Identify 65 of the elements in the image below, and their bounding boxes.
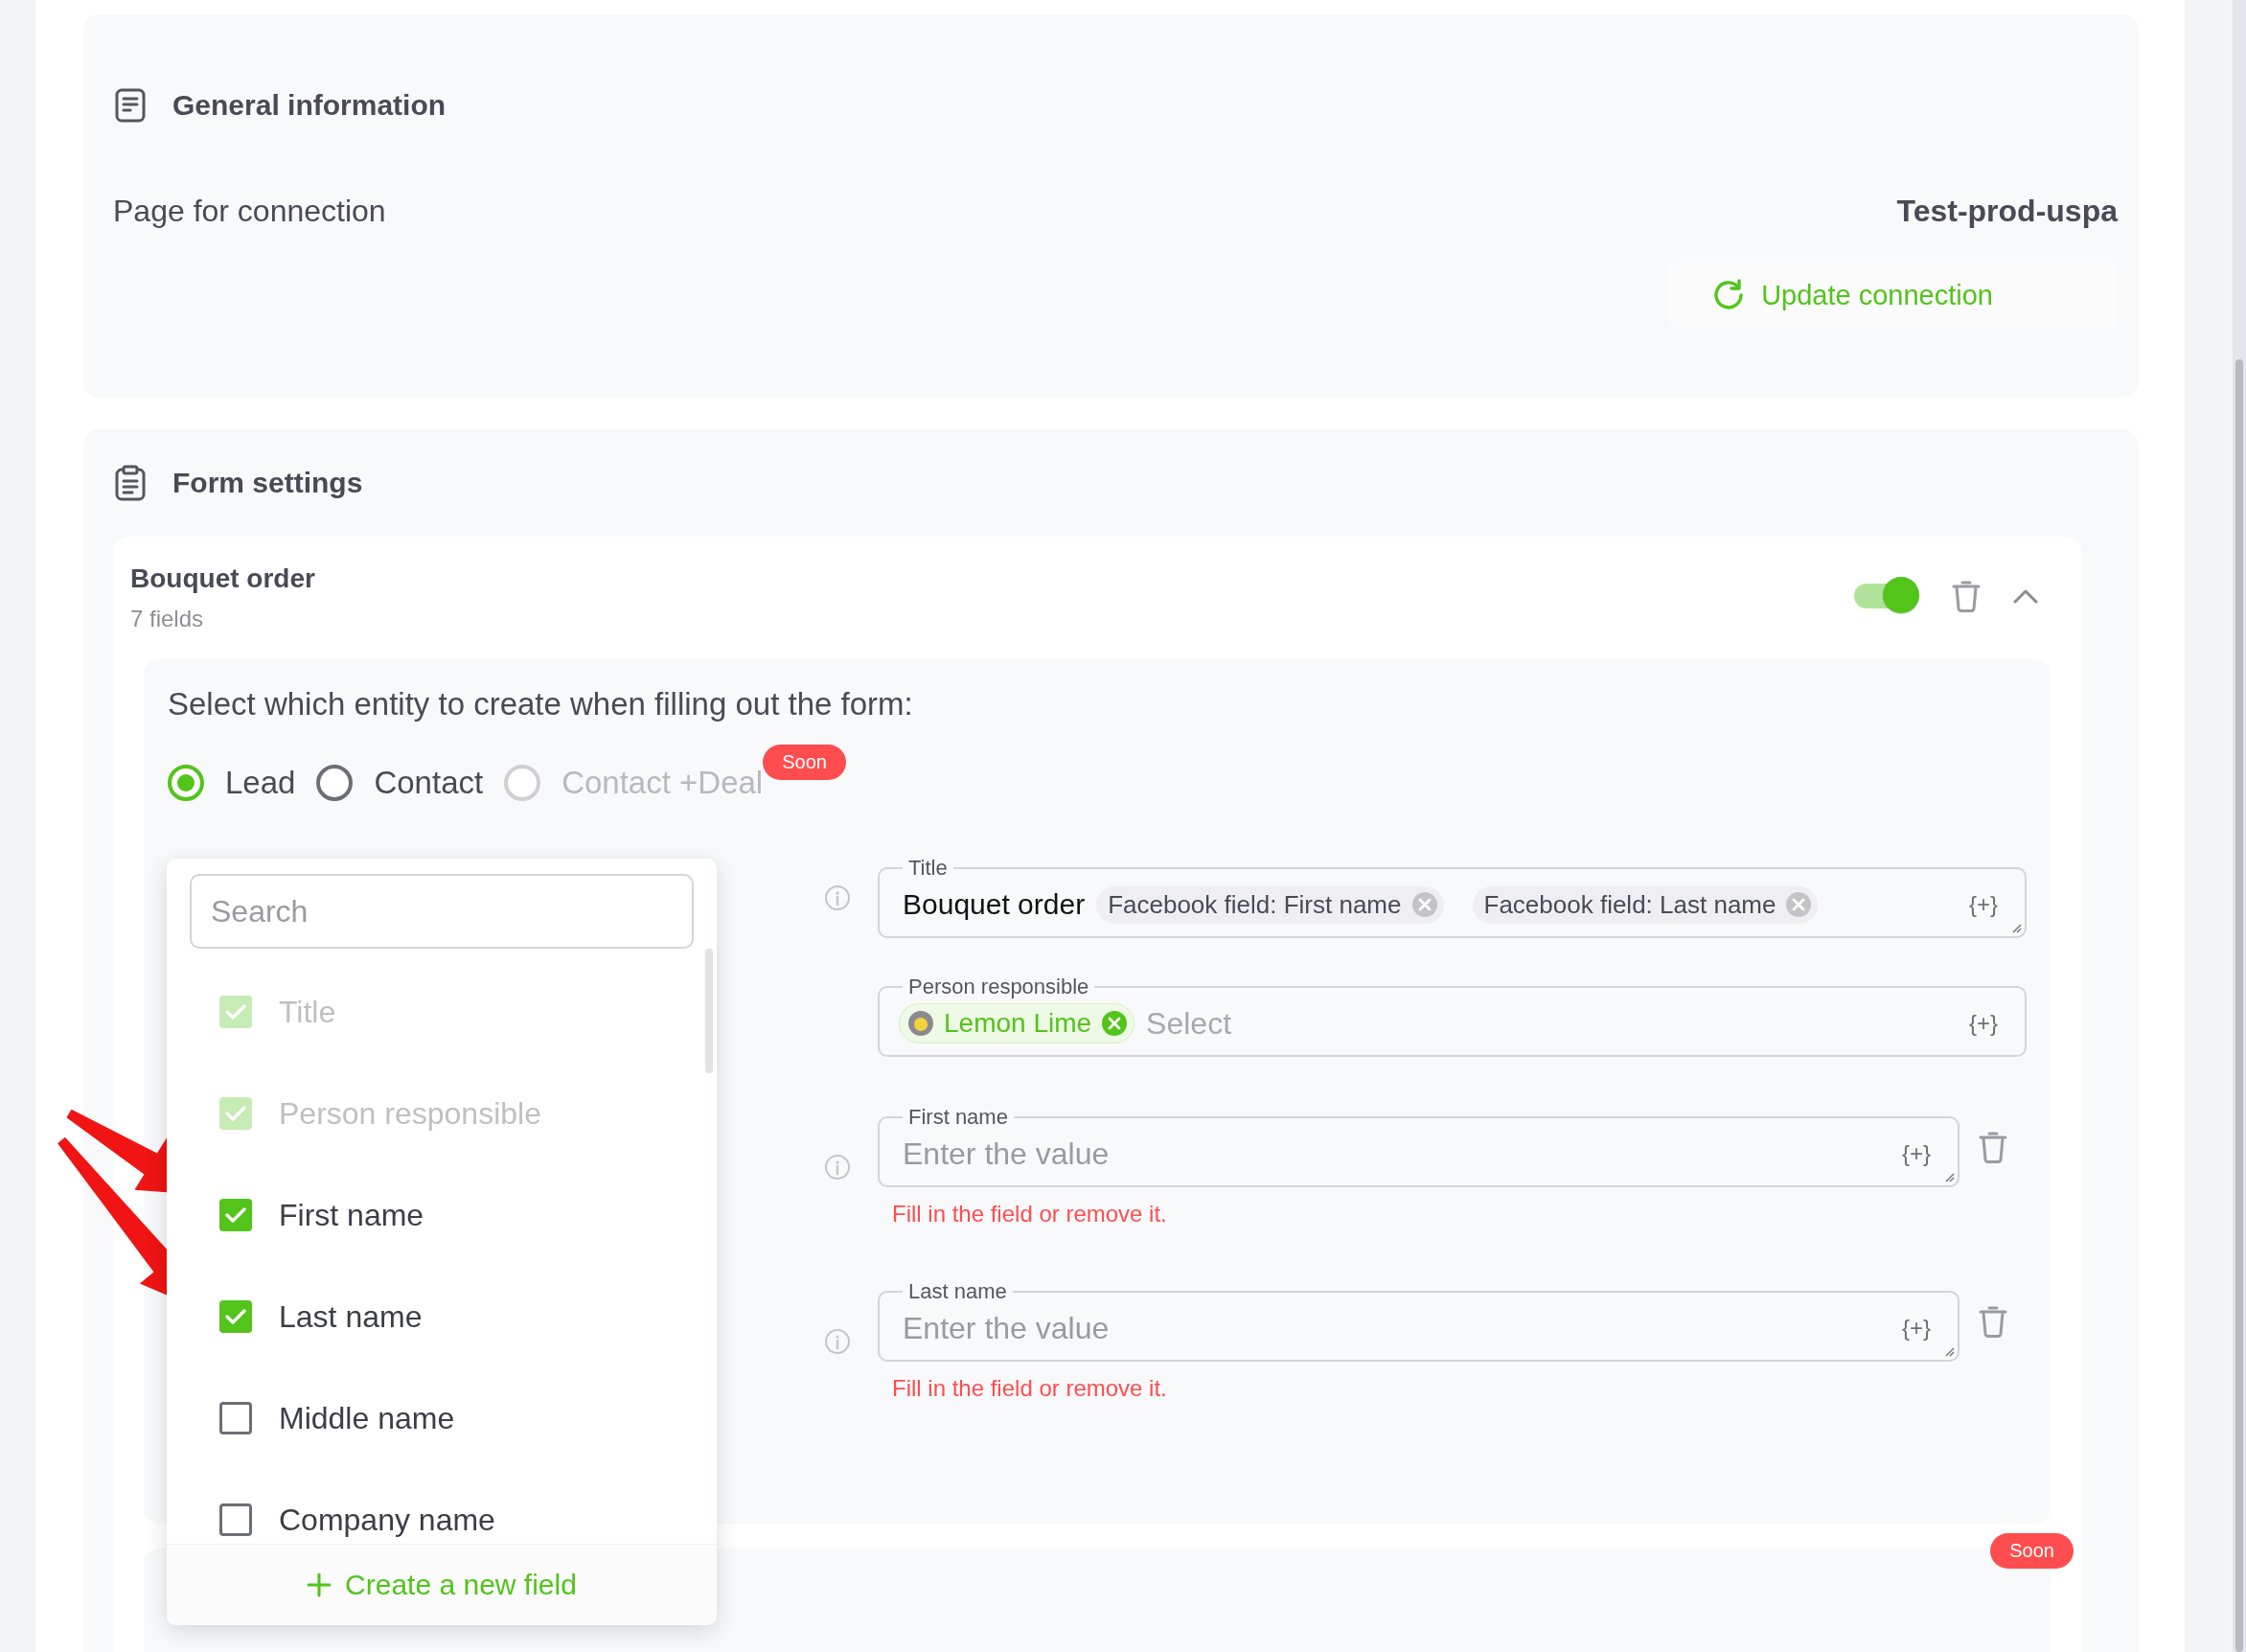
- field-label: First name: [907, 1107, 1009, 1128]
- remove-icon[interactable]: [1101, 1010, 1129, 1037]
- select-field[interactable]: Person responsible Lemon Lime Select {+}: [878, 976, 2027, 1057]
- radio-button[interactable]: [316, 765, 354, 801]
- checkmark-icon: [224, 1002, 247, 1021]
- radio-option[interactable]: Contact: [316, 765, 484, 801]
- field-option[interactable]: Last name: [219, 1266, 423, 1367]
- scrollbar[interactable]: [2233, 0, 2246, 1652]
- radio-option[interactable]: Lead: [168, 765, 296, 801]
- info-icon[interactable]: [824, 884, 851, 911]
- info-icon[interactable]: [824, 1154, 851, 1181]
- insert-variable-button[interactable]: {+}: [1960, 1010, 2005, 1037]
- chevron-up-icon[interactable]: [2013, 588, 2038, 604]
- tag-label: Facebook field: Last name: [1483, 889, 1776, 920]
- input-field[interactable]: Title Bouquet order Facebook field: First name Facebook field: Last name {+}: [878, 858, 2027, 938]
- checkbox[interactable]: [219, 1503, 252, 1536]
- insert-variable-button[interactable]: {+}: [1893, 1315, 1938, 1342]
- remove-icon[interactable]: [1785, 891, 1813, 918]
- field-value: Test-prod-uspa: [1896, 194, 2118, 229]
- error-message: Fill in the field or remove it.: [892, 1201, 1168, 1228]
- resize-handle-icon[interactable]: [1943, 1345, 1955, 1357]
- select-placeholder: Select: [1146, 1005, 1232, 1042]
- insert-variable-button[interactable]: {+}: [1960, 891, 2005, 918]
- field-label: Last name: [907, 1281, 1008, 1302]
- user-name: Lemon Lime: [944, 1008, 1092, 1039]
- section-title: General information: [172, 89, 447, 122]
- trash-icon[interactable]: [1952, 580, 1981, 612]
- resize-handle-icon[interactable]: [1943, 1171, 1955, 1182]
- input-field[interactable]: First name Enter the value {+}: [878, 1107, 1960, 1187]
- trash-icon[interactable]: [1979, 1305, 2007, 1338]
- field-option[interactable]: Middle name: [219, 1367, 455, 1469]
- input-field[interactable]: Last name Enter the value {+}: [878, 1281, 1960, 1362]
- checkbox[interactable]: [219, 1402, 252, 1434]
- field-option[interactable]: First name: [219, 1164, 424, 1266]
- trash-icon[interactable]: [1979, 1131, 2007, 1163]
- checkbox[interactable]: [219, 1300, 252, 1333]
- checkmark-icon: [224, 1104, 247, 1123]
- checkbox[interactable]: [219, 1199, 252, 1231]
- info-icon[interactable]: [824, 1328, 851, 1355]
- entity-prompt: Select which entity to create when filling out the form:: [168, 685, 914, 723]
- soon-badge: Soon: [763, 745, 846, 780]
- avatar-icon: [907, 1010, 934, 1037]
- search-field[interactable]: Search: [190, 874, 694, 949]
- insert-variable-button[interactable]: {+}: [1893, 1140, 1938, 1167]
- plus-icon: [307, 1572, 332, 1597]
- error-message: Fill in the field or remove it.: [892, 1375, 1168, 1402]
- scrollbar[interactable]: [705, 949, 713, 1073]
- soon-badge: Soon: [1990, 1533, 2074, 1569]
- field-label: Person responsible: [907, 976, 1090, 998]
- field-label: Title: [907, 858, 949, 879]
- field-label: Page for connection: [113, 194, 386, 229]
- radio-button[interactable]: [168, 765, 204, 801]
- remove-icon[interactable]: [1410, 891, 1438, 918]
- toggle-switch[interactable]: [1852, 577, 1919, 615]
- field-value: Bouquet order: [903, 888, 1086, 921]
- document-icon: [115, 88, 146, 123]
- resize-handle-icon[interactable]: [2010, 922, 2022, 933]
- tag-label: Facebook field: First name: [1108, 889, 1402, 920]
- section-title: Form settings: [172, 467, 363, 499]
- checkmark-icon: [224, 1205, 247, 1225]
- field-count: 7 fields: [130, 606, 205, 632]
- form-name: Bouquet order: [130, 563, 315, 594]
- field-option[interactable]: Company name: [219, 1469, 495, 1544]
- checkmark-icon: [224, 1307, 247, 1326]
- clipboard-icon: [115, 465, 146, 501]
